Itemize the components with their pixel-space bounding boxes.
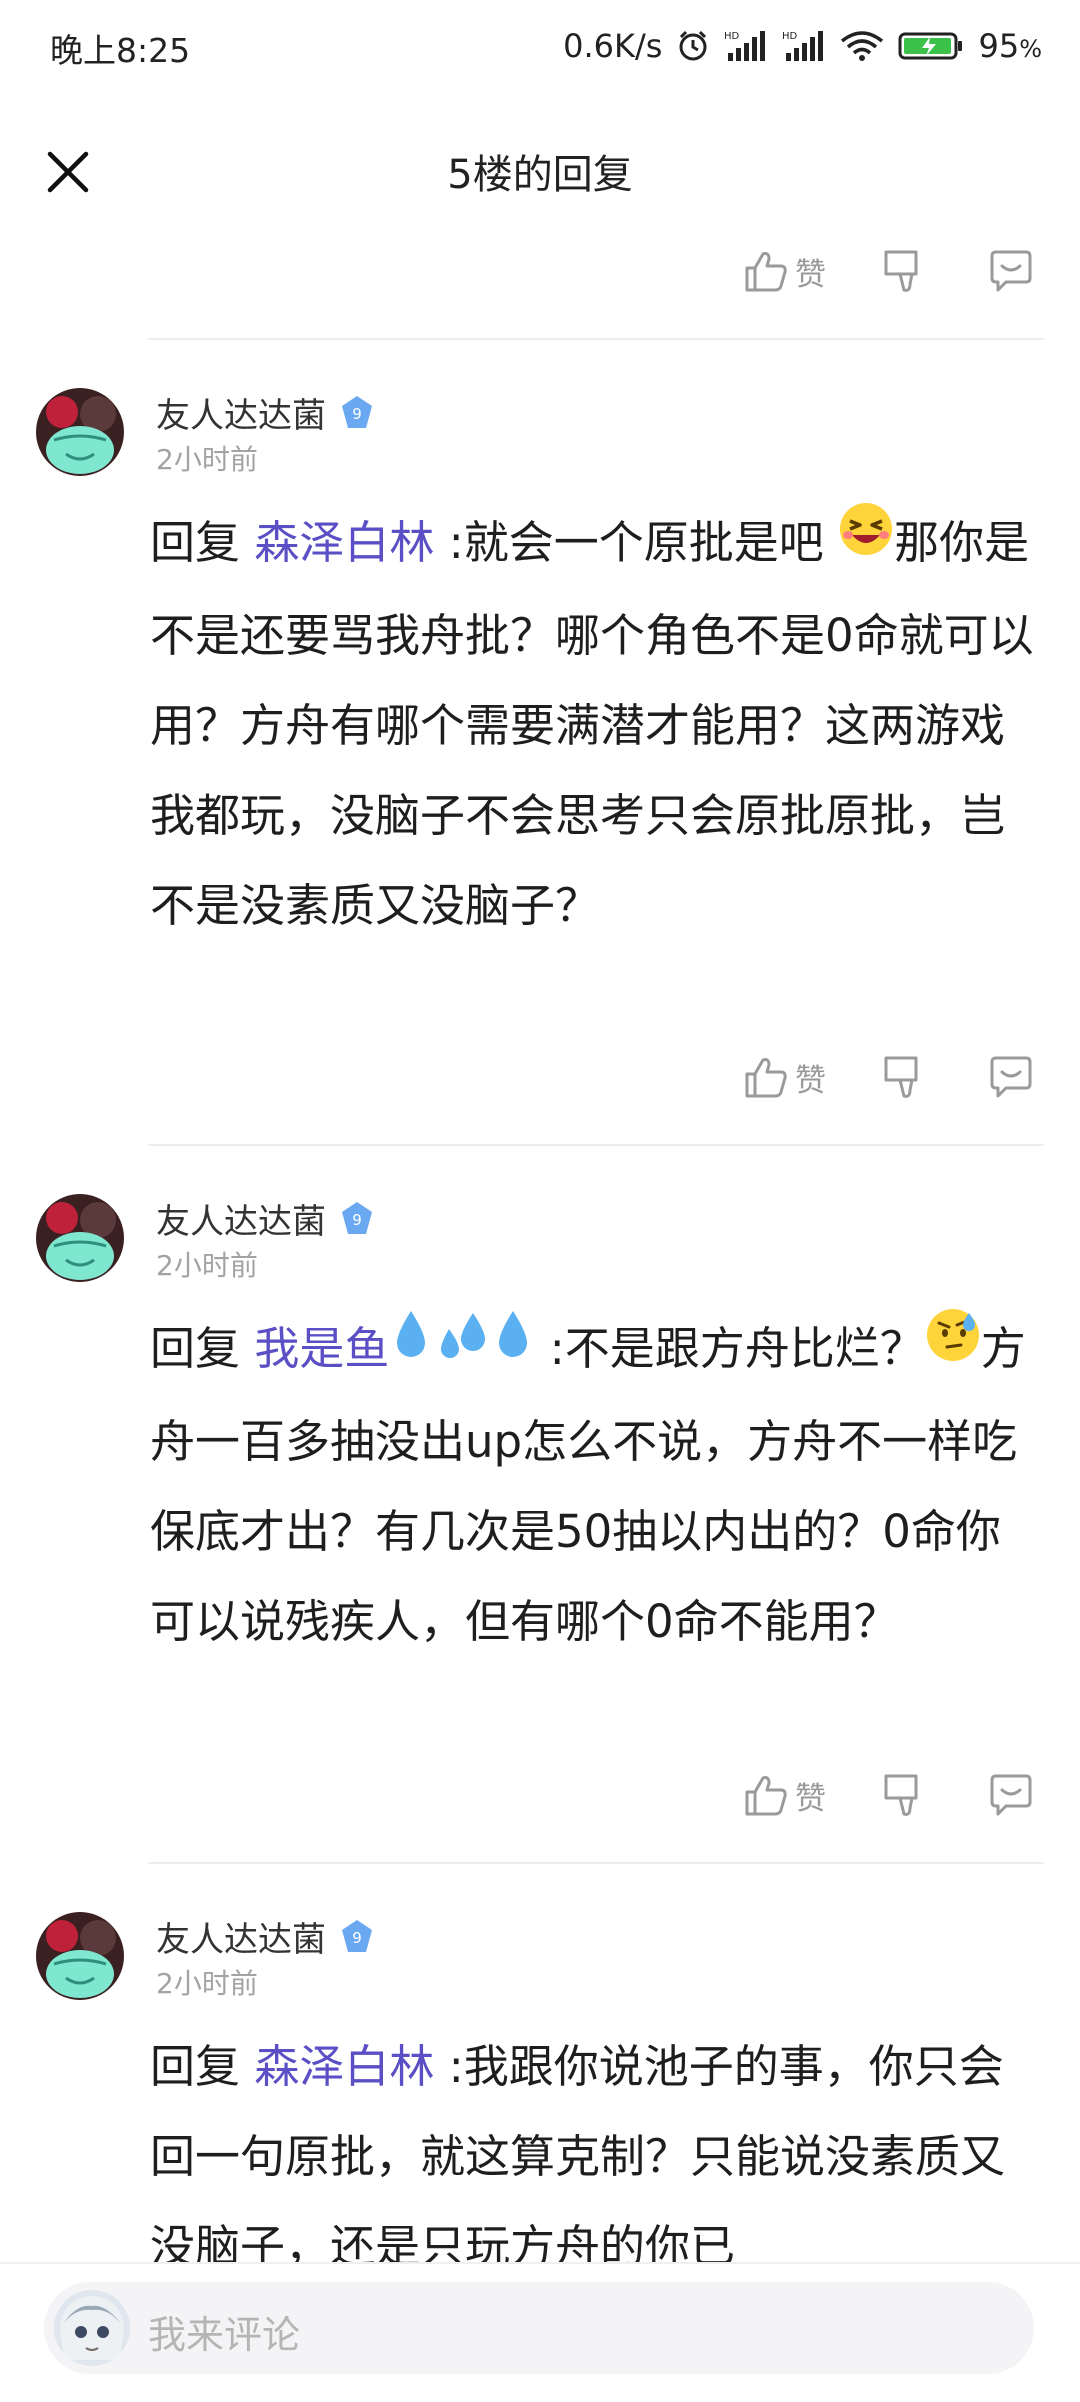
laughing-emoji-icon	[838, 497, 894, 587]
divider	[148, 1144, 1044, 1146]
status-bar: 晚上8:25 0.6K/s HD HD 95%	[0, 0, 1080, 92]
comment-icon	[990, 250, 1032, 292]
droplet-icon	[491, 1303, 535, 1393]
svg-text:HD: HD	[724, 31, 740, 42]
reply-to-link[interactable]: 森泽白林	[254, 516, 434, 569]
like-label: 赞	[795, 256, 826, 293]
avatar[interactable]	[36, 1194, 124, 1282]
comment-text: 回复 森泽白林 :就会一个原批是吧 那你是不是还要骂我舟批？哪个角色不是0命就可…	[150, 498, 1040, 951]
svg-text:9: 9	[352, 1929, 362, 1947]
actions-row: 赞	[743, 248, 1034, 294]
like-label: 赞	[795, 1062, 826, 1099]
comment-placeholder: 我来评论	[148, 2313, 301, 2357]
timestamp: 2小时前	[156, 1249, 258, 1282]
status-time: 晚上8:25	[50, 31, 191, 70]
thumbs-up-icon	[745, 1776, 787, 1816]
svg-text:9: 9	[352, 1211, 362, 1229]
dislike-button[interactable]	[882, 248, 928, 294]
header: 5楼的回复	[0, 120, 1080, 220]
thumbs-down-icon	[884, 1774, 918, 1816]
svg-text:9: 9	[352, 405, 362, 423]
wifi-icon	[840, 29, 884, 63]
username[interactable]: 友人达达菌 9	[156, 1194, 376, 1243]
signal-hd-icon: HD	[724, 29, 768, 63]
thinking-emoji-icon	[925, 1303, 981, 1393]
thumbs-down-icon	[884, 1056, 918, 1098]
level-badge-icon: 9	[342, 395, 372, 428]
comment-icon	[990, 1774, 1032, 1816]
like-button[interactable]: 赞	[743, 1772, 826, 1818]
reply-button[interactable]	[988, 1772, 1034, 1818]
comment-input[interactable]: 我来评论	[44, 2282, 1034, 2374]
thumbs-up-icon	[745, 1058, 787, 1098]
level-badge-icon: 9	[342, 1919, 372, 1952]
status-icons: 0.6K/s HD HD 95%	[563, 24, 1042, 68]
comment-text: 回复 我是鱼 :不是跟方舟比烂？ 方舟一百多抽没出up怎么不说，方舟不一样吃保底才…	[150, 1304, 1040, 1667]
reply-to-link[interactable]: 我是鱼	[254, 1311, 535, 1375]
like-button[interactable]: 赞	[743, 1054, 826, 1100]
signal-hd-icon-2: HD	[782, 29, 826, 63]
thumbs-down-icon	[884, 250, 918, 292]
timestamp: 2小时前	[156, 1967, 258, 2000]
comment-icon	[990, 1056, 1032, 1098]
thumbs-up-icon	[745, 252, 787, 292]
page-title: 5楼的回复	[447, 152, 633, 198]
comment-text: 回复 森泽白林 :我跟你说池子的事，你只会回一句原批，就这算克制？只能说没素质又…	[150, 2040, 1006, 2273]
sweat-droplets-icon	[433, 1303, 491, 1393]
username[interactable]: 友人达达菌 9	[156, 388, 376, 437]
actions-row: 赞	[743, 1054, 1034, 1100]
comment-bar: 我来评论	[0, 2262, 1080, 2402]
battery-percent: 95%	[978, 27, 1042, 65]
username[interactable]: 友人达达菌 9	[156, 1912, 376, 1961]
avatar[interactable]	[36, 1912, 124, 2000]
actions-row: 赞	[743, 1772, 1034, 1818]
my-avatar	[54, 2290, 130, 2366]
divider	[148, 338, 1044, 340]
reply-button[interactable]	[988, 248, 1034, 294]
timestamp: 2小时前	[156, 443, 258, 476]
droplet-icon	[389, 1303, 433, 1393]
avatar[interactable]	[36, 388, 124, 476]
dislike-button[interactable]	[882, 1772, 928, 1818]
divider	[148, 1862, 1044, 1864]
reply-to-link[interactable]: 森泽白林	[254, 2040, 434, 2093]
dislike-button[interactable]	[882, 1054, 928, 1100]
reply-button[interactable]	[988, 1054, 1034, 1100]
network-speed: 0.6K/s	[563, 27, 663, 65]
level-badge-icon: 9	[342, 1201, 372, 1234]
alarm-icon	[676, 29, 710, 63]
battery-icon	[898, 29, 964, 63]
like-label: 赞	[795, 1780, 826, 1817]
svg-text:HD: HD	[782, 31, 798, 42]
like-button[interactable]: 赞	[743, 248, 826, 294]
